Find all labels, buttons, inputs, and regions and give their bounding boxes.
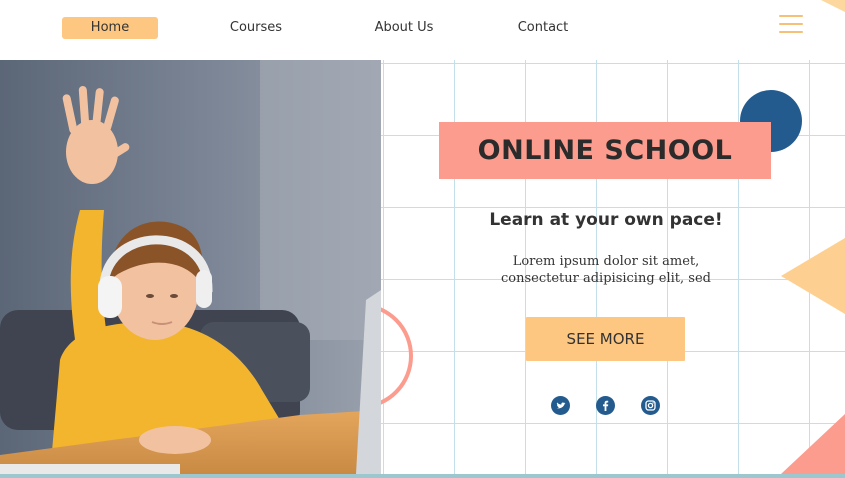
nav-contact[interactable]: Contact [504, 17, 582, 39]
see-more-button[interactable]: SEE MORE [526, 317, 685, 361]
page-title: ONLINE SCHOOL [477, 135, 733, 166]
hero-description: Lorem ipsum dolor sit amet, consectetur … [451, 253, 761, 287]
twitter-icon[interactable] [551, 396, 570, 415]
hero-subtitle: Learn at your own pace! [489, 210, 723, 230]
corner-decoration [821, 0, 845, 12]
instagram-icon[interactable] [641, 396, 660, 415]
hero-description-line-1: Lorem ipsum dolor sit amet, [512, 254, 700, 269]
hero-description-line-2: consectetur adipisicing elit, sed [501, 271, 711, 286]
nav-courses[interactable]: Courses [216, 17, 296, 39]
bottom-border [0, 474, 845, 478]
nav-home[interactable]: Home [62, 17, 158, 39]
pink-ring-decoration [381, 303, 413, 409]
top-nav: Home Courses About Us Contact [0, 0, 845, 60]
peach-triangle-decoration [781, 238, 845, 314]
hero-photo-child-raising-hand [0, 60, 381, 474]
pink-triangle-decoration [781, 414, 845, 474]
hamburger-icon[interactable] [779, 15, 803, 33]
title-banner: ONLINE SCHOOL [439, 122, 771, 179]
hero-content-panel: ONLINE SCHOOL Learn at your own pace! Lo… [381, 60, 845, 474]
facebook-icon[interactable] [596, 396, 615, 415]
nav-about-us[interactable]: About Us [362, 17, 446, 39]
